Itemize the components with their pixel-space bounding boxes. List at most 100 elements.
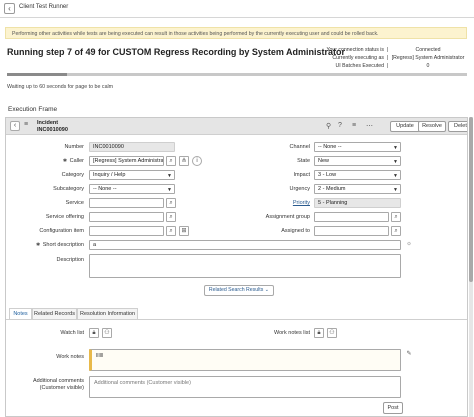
related-search-results-button[interactable]: Related Search Results ⌄ xyxy=(204,285,274,296)
required-mark: ✱ xyxy=(35,242,41,248)
update-button[interactable]: Update xyxy=(390,121,420,132)
progress-bar xyxy=(7,73,467,76)
warning-banner: Performing other activities while tests … xyxy=(5,27,467,39)
work-notes-textarea[interactable]: llllll xyxy=(89,349,401,371)
channel-label: Channel xyxy=(289,144,311,150)
search-icon: ⌕ xyxy=(169,200,173,206)
add-user-icon: ⚇ xyxy=(329,330,335,336)
short-description-input[interactable]: a xyxy=(89,240,401,250)
attachment-icon[interactable]: ⚲ xyxy=(326,122,331,130)
back-button[interactable]: ‹ xyxy=(4,3,15,14)
suggestion-lightbulb-icon[interactable]: ☼ xyxy=(404,240,414,250)
configuration-item-search-button[interactable]: ⌕ xyxy=(166,226,176,236)
description-label: Description xyxy=(56,257,84,263)
chevron-left-icon: ‹ xyxy=(8,4,11,13)
channel-value: -- None -- xyxy=(318,144,342,150)
status-divider: | xyxy=(387,47,389,53)
category-select[interactable]: Inquiry / Help ▼ xyxy=(89,170,175,180)
urgency-label: Urgency xyxy=(289,186,310,192)
subcategory-label: Subcategory xyxy=(53,186,84,192)
service-label: Service xyxy=(65,200,84,206)
more-options-icon[interactable]: ⋯ xyxy=(366,122,373,130)
assigned-to-field[interactable] xyxy=(314,226,389,236)
category-value: Inquiry / Help xyxy=(93,172,126,178)
assigned-to-label: Assigned to xyxy=(281,228,310,234)
configuration-item-map-button[interactable]: ⊞ xyxy=(179,226,189,236)
search-icon: ⌕ xyxy=(169,228,173,234)
back-button[interactable]: ‹ xyxy=(10,121,20,131)
connection-status-label: Your connection status is xyxy=(326,47,384,53)
urgency-select[interactable]: 2 - Medium ▼ xyxy=(314,184,401,194)
work-notes-value: llllll xyxy=(96,353,104,359)
caller-share-button[interactable]: ⋔ xyxy=(179,156,189,166)
batches-value: 0 xyxy=(426,63,430,69)
additional-comments-placeholder: Additional comments (Customer visible) xyxy=(94,380,191,386)
executing-as-value: [Regress] System Administrator xyxy=(391,55,465,61)
map-icon: ⊞ xyxy=(181,228,187,234)
short-description-label-text: Short description xyxy=(42,242,84,248)
chevron-down-icon: ▼ xyxy=(393,187,398,193)
channel-select[interactable]: -- None -- ▼ xyxy=(314,142,401,152)
service-offering-field[interactable] xyxy=(89,212,164,222)
add-user-icon: ⚇ xyxy=(104,330,110,336)
additional-comments-label: Additional comments xyxy=(32,378,84,384)
lock-icon: 🔒︎ xyxy=(92,330,96,336)
service-field[interactable] xyxy=(89,198,164,208)
required-mark: ✱ xyxy=(62,158,68,164)
caller-info-button[interactable]: i xyxy=(192,156,202,166)
delete-button[interactable]: Delete xyxy=(448,121,467,132)
work-notes-label: Work notes xyxy=(56,354,84,360)
chevron-down-icon: ⌄ xyxy=(264,287,270,293)
hamburger-menu-icon[interactable]: ≡ xyxy=(24,121,28,128)
additional-comments-textarea[interactable]: Additional comments (Customer visible) xyxy=(89,376,401,398)
settings-icon[interactable]: ≡ xyxy=(352,122,356,129)
subcategory-select[interactable]: -- None -- ▼ xyxy=(89,184,175,194)
subcategory-value: -- None -- xyxy=(93,186,117,192)
caller-search-button[interactable]: ⌕ xyxy=(166,156,176,166)
info-icon: i xyxy=(196,158,198,164)
chevron-down-icon: ▼ xyxy=(167,173,172,179)
service-offering-search-button[interactable]: ⌕ xyxy=(166,212,176,222)
search-icon: ⌕ xyxy=(394,214,398,220)
watch-list-lock-button[interactable]: 🔒︎ xyxy=(89,328,99,338)
chevron-down-icon: ▼ xyxy=(393,159,398,165)
share-icon: ⋔ xyxy=(181,158,187,164)
compose-icon[interactable]: ✎ xyxy=(404,350,414,360)
impact-select[interactable]: 3 - Low ▼ xyxy=(314,170,401,180)
execution-frame-label: Execution Frame xyxy=(8,106,58,113)
assignment-group-field[interactable] xyxy=(314,212,389,222)
watch-list-label: Watch list xyxy=(60,330,84,336)
post-button[interactable]: Post xyxy=(383,402,403,414)
caller-field[interactable]: [Regress] System Administrato xyxy=(89,156,164,166)
work-notes-list-lock-button[interactable]: 🔒︎ xyxy=(314,328,324,338)
watch-list-add-me-button[interactable]: ⚇ xyxy=(102,328,112,338)
frame-scrollbar-thumb[interactable] xyxy=(469,117,473,282)
configuration-item-field[interactable] xyxy=(89,226,164,236)
record-number: INC0010090 xyxy=(37,126,68,133)
window-title: Client Test Runner xyxy=(19,4,69,10)
short-description-label: ✱ Short description xyxy=(16,242,84,248)
additional-comments-sublabel: (Customer visible) xyxy=(39,385,84,391)
help-icon[interactable]: ? xyxy=(338,122,342,129)
tab-divider xyxy=(6,319,467,320)
number-label: Number xyxy=(64,144,84,150)
number-field[interactable]: INC0010090 xyxy=(89,142,175,152)
chevron-down-icon: ▼ xyxy=(167,187,172,193)
caller-label-text: Caller xyxy=(69,158,84,164)
configuration-item-label: Configuration item xyxy=(39,228,84,234)
category-label: Category xyxy=(61,172,84,178)
assigned-to-search-button[interactable]: ⌕ xyxy=(391,226,401,236)
assignment-group-search-button[interactable]: ⌕ xyxy=(391,212,401,222)
priority-label[interactable]: Priority xyxy=(246,200,310,206)
state-select[interactable]: New ▼ xyxy=(314,156,401,166)
work-notes-list-add-me-button[interactable]: ⚇ xyxy=(327,328,337,338)
connection-status-value: Connected xyxy=(415,47,441,53)
window-titlebar: ‹ Client Test Runner xyxy=(0,0,474,18)
impact-label: Impact xyxy=(293,172,310,178)
service-search-button[interactable]: ⌕ xyxy=(166,198,176,208)
progress-fill xyxy=(7,73,67,76)
impact-value: 3 - Low xyxy=(318,172,337,178)
resolve-button[interactable]: Resolve xyxy=(418,121,446,132)
search-icon: ⌕ xyxy=(169,158,173,164)
description-textarea[interactable] xyxy=(89,254,401,278)
